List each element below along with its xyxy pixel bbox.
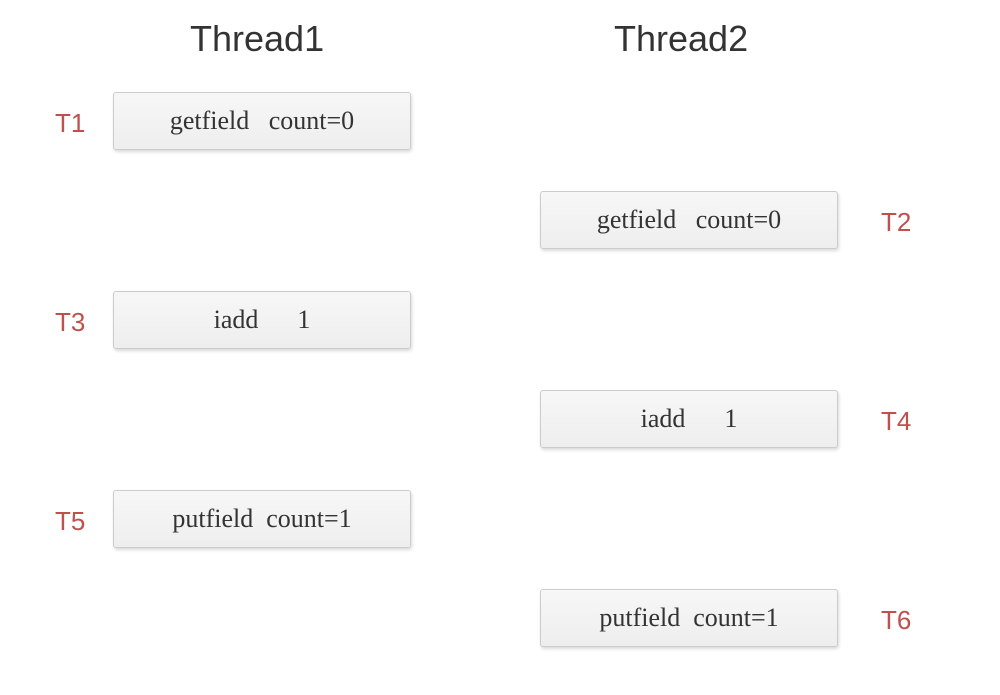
step-label-t3: T3 [55, 307, 85, 338]
step-label-t4: T4 [881, 406, 911, 437]
instruction-box-t4: iadd 1 [540, 390, 838, 448]
instruction-box-t1: getfield count=0 [113, 92, 411, 150]
step-label-t2: T2 [881, 207, 911, 238]
step-label-t6: T6 [881, 605, 911, 636]
step-label-t5: T5 [55, 506, 85, 537]
instruction-box-t5: putfield count=1 [113, 490, 411, 548]
instruction-box-t3: iadd 1 [113, 291, 411, 349]
instruction-box-t6: putfield count=1 [540, 589, 838, 647]
instruction-box-t2: getfield count=0 [540, 191, 838, 249]
thread2-header: Thread2 [614, 18, 748, 60]
step-label-t1: T1 [55, 108, 85, 139]
thread1-header: Thread1 [190, 18, 324, 60]
